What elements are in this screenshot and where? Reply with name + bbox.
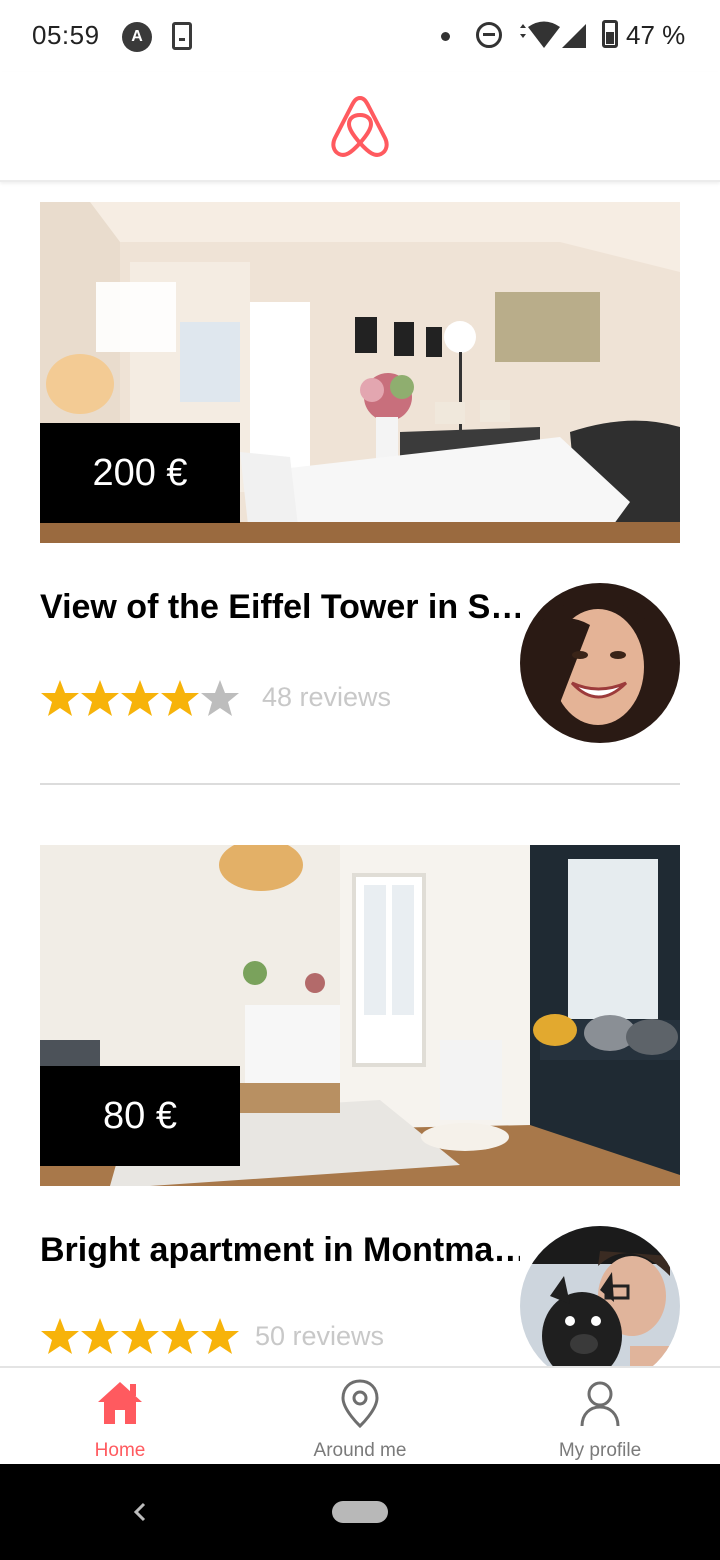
tab-home[interactable]: Home: [0, 1368, 240, 1466]
battery-percent: 47 %: [626, 20, 686, 50]
listing-title[interactable]: Bright apartment in Montma…: [40, 1231, 520, 1270]
battery-icon: [602, 20, 618, 48]
star-filled-icon: [121, 1318, 159, 1354]
star-filled-icon: [41, 1318, 79, 1354]
star-filled-icon: [121, 680, 159, 716]
host-avatar[interactable]: [520, 1226, 680, 1386]
status-bar: 05:59 A 47 %: [0, 0, 720, 72]
bottom-tab-bar: Home Around me My profile: [0, 1366, 720, 1464]
download-icon: [172, 22, 192, 50]
star-rating: [40, 676, 240, 720]
star-filled-icon: [161, 1318, 199, 1354]
notification-dot-icon: [441, 32, 450, 41]
host-avatar[interactable]: [520, 583, 680, 743]
a-badge-icon: A: [122, 22, 152, 52]
app-header: [0, 72, 720, 182]
location-pin-icon: [341, 1379, 379, 1428]
back-icon[interactable]: [128, 1498, 152, 1526]
host-avatar-with-dog: [520, 1226, 680, 1386]
listing-photo[interactable]: 80 €: [40, 845, 680, 1186]
star-rating: [40, 1314, 240, 1358]
tab-my-profile-label: My profile: [558, 1440, 642, 1461]
tab-around-me-label: Around me: [313, 1440, 407, 1461]
price-tag: 80 €: [40, 1066, 240, 1166]
tab-home-label: Home: [94, 1440, 146, 1461]
review-count: 48 reviews: [262, 682, 392, 712]
do-not-disturb-icon: [476, 22, 502, 48]
price-tag: 200 €: [40, 423, 240, 523]
status-time: 05:59: [32, 20, 100, 50]
airbnb-logo-icon: [331, 96, 389, 157]
home-icon: [98, 1382, 142, 1424]
listing-divider: [40, 783, 680, 785]
user-icon: [580, 1381, 620, 1427]
star-filled-icon: [161, 680, 199, 716]
listing-title[interactable]: View of the Eiffel Tower in S…: [40, 588, 520, 627]
star-filled-icon: [201, 1318, 239, 1354]
star-filled-icon: [81, 1318, 119, 1354]
star-filled-icon: [41, 680, 79, 716]
home-pill-icon[interactable]: [332, 1501, 388, 1523]
wifi-signal-icon: [520, 21, 586, 48]
review-count: 50 reviews: [255, 1321, 385, 1351]
host-avatar-woman-smiling: [520, 583, 680, 743]
star-empty-icon: [201, 680, 239, 716]
listing-photo[interactable]: 200 €: [40, 202, 680, 543]
tab-around-me[interactable]: Around me: [240, 1368, 480, 1466]
star-filled-icon: [81, 680, 119, 716]
tab-my-profile[interactable]: My profile: [480, 1368, 720, 1466]
